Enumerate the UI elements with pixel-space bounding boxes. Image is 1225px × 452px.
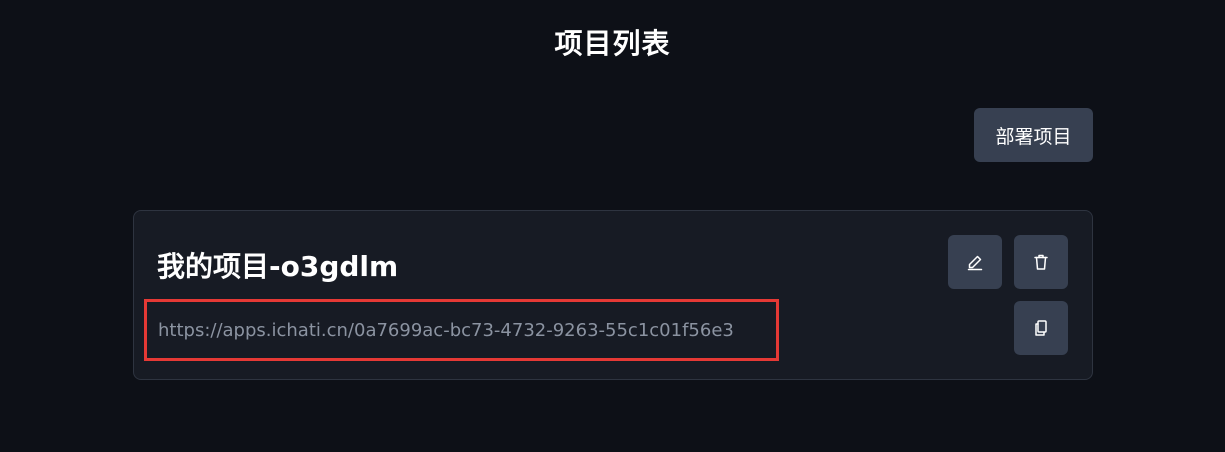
deploy-project-button[interactable]: 部署项目: [974, 108, 1093, 162]
project-card: 我的项目-o3gdlm https://apps.ichati.cn/0a769…: [133, 210, 1093, 380]
copy-button[interactable]: [1014, 301, 1068, 355]
copy-icon: [1032, 319, 1050, 337]
project-list-page: 项目列表 部署项目 我的项目-o3gdlm https://apps.ichat…: [0, 0, 1225, 452]
pencil-icon: [966, 253, 984, 271]
project-name: 我的项目-o3gdlm: [157, 250, 399, 283]
edit-button[interactable]: [948, 235, 1002, 289]
trash-icon: [1032, 253, 1050, 271]
project-url-highlight: https://apps.ichati.cn/0a7699ac-bc73-473…: [144, 299, 779, 361]
page-title: 项目列表: [554, 27, 671, 60]
delete-button[interactable]: [1014, 235, 1068, 289]
project-url[interactable]: https://apps.ichati.cn/0a7699ac-bc73-473…: [158, 320, 734, 341]
